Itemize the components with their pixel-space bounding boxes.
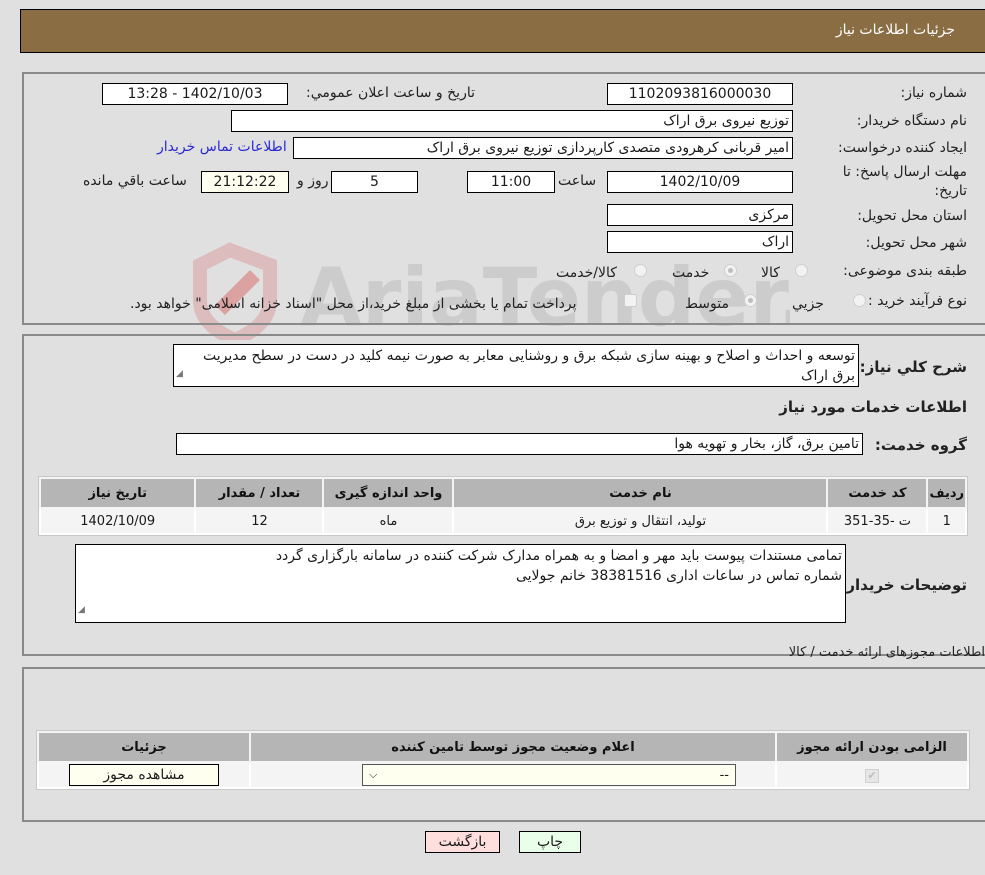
cell-permit-details: مشاهده مجوز (37, 761, 251, 789)
days-label: روز و (297, 173, 329, 189)
table-row: ✔ -- ⌵ مشاهده مجوز (37, 761, 969, 789)
deadline-time-field: 11:00 (467, 171, 555, 193)
page-title: جزئیات اطلاعات نیاز (835, 22, 955, 38)
remaining-time-field: 21:12:22 (201, 171, 289, 193)
process-radio-minor[interactable] (853, 294, 866, 307)
col-permit-status: اعلام وضعیت مجوز توسط تامین کننده (249, 731, 777, 763)
table-row: 1 ت -35-351 تولید، انتقال و توزیع برق ما… (38, 507, 967, 535)
creator-field: امیر قربانی کرهرودی متصدی کارپردازی توزی… (293, 137, 793, 159)
permit-required-checkbox[interactable]: ✔ (865, 768, 879, 783)
category-option-service: خدمت (672, 265, 710, 281)
announce-date-field: 1402/10/03 - 13:28 (102, 83, 288, 105)
category-radio-goods-service[interactable] (634, 264, 647, 277)
need-number-label: شماره نیاز: (900, 85, 968, 101)
treasury-checkbox-label: پرداخت تمام یا بخشی از مبلغ خرید،از محل … (130, 296, 577, 312)
page-header: جزئیات اطلاعات نیاز (20, 9, 985, 53)
process-option-medium: متوسط (685, 296, 729, 312)
back-button[interactable]: بازگشت (425, 831, 500, 853)
category-radio-service[interactable] (724, 264, 737, 277)
buyer-notes-label: توضیحات خریدار: (840, 576, 967, 594)
cell-permit-required: ✔ (775, 761, 969, 789)
process-option-minor: جزيي (792, 296, 824, 312)
buyer-org-label: نام دستگاه خريدار: (856, 113, 967, 129)
category-option-goods: کالا (761, 265, 780, 281)
col-quantity: تعداد / مقدار (194, 477, 325, 509)
creator-label: ایجاد کننده درخواست: (838, 140, 967, 156)
col-row-number: ردیف (926, 477, 967, 509)
deadline-time-label: ساعت (558, 173, 597, 189)
cell-need-date: 1402/10/09 (38, 507, 197, 535)
province-field: مرکزی (607, 204, 793, 226)
services-table-header: ردیف کد خدمت نام خدمت واحد اندازه گیری ت… (38, 477, 967, 509)
services-table: ردیف کد خدمت نام خدمت واحد اندازه گیری ت… (38, 476, 968, 536)
resize-grip-icon[interactable]: ◢ (78, 600, 85, 620)
category-radio-goods[interactable] (795, 264, 808, 277)
cell-service-code: ت -35-351 (826, 507, 929, 535)
city-label: شهر محل تحویل: (865, 235, 967, 251)
cell-permit-status: -- ⌵ (249, 761, 777, 789)
cell-service-name: تولید، انتقال و توزیع برق (452, 507, 829, 535)
permits-table-header: الزامی بودن ارائه مجوز اعلام وضعیت مجوز … (37, 731, 969, 763)
buyer-contact-link[interactable]: اطلاعات تماس خریدار (157, 139, 287, 155)
services-heading: اطلاعات خدمات مورد نياز (779, 398, 967, 416)
cell-row-number: 1 (926, 507, 967, 535)
permit-status-select[interactable]: -- ⌵ (362, 764, 736, 786)
chevron-down-icon: ⌵ (369, 768, 378, 781)
category-label: طبقه بندی موضوعی: (843, 263, 967, 279)
buyer-notes-line-1: تمامی مستندات پیوست باید مهر و امضا و به… (275, 548, 842, 564)
cell-unit: ماه (322, 507, 455, 535)
service-group-label: گروه خدمت: (874, 436, 967, 454)
col-need-date: تاریخ نیاز (38, 477, 197, 509)
deadline-label: مهلت ارسال پاسخ: تا (842, 164, 967, 180)
cell-quantity: 12 (194, 507, 325, 535)
permit-status-value: -- (719, 767, 729, 783)
remaining-label: ساعت باقي مانده (83, 173, 187, 189)
announce-date-label: تاریخ و ساعت اعلان عمومي: (306, 85, 475, 101)
buyer-org-field: توزیع نیروی برق اراک (231, 110, 793, 132)
buyer-notes-textarea[interactable]: تمامی مستندات پیوست باید مهر و امضا و به… (75, 544, 846, 623)
deadline-label-2: تاریخ: (934, 183, 967, 199)
treasury-checkbox[interactable] (624, 294, 637, 307)
col-permit-required: الزامی بودن ارائه مجوز (775, 731, 969, 763)
summary-text: توسعه و احداث و اصلاح و بهینه سازی شبکه … (202, 348, 855, 384)
need-number-field: 1102093816000030 (607, 83, 793, 105)
permits-table: الزامی بودن ارائه مجوز اعلام وضعیت مجوز … (36, 730, 970, 790)
resize-grip-icon[interactable]: ◢ (176, 364, 183, 384)
col-service-code: کد خدمت (826, 477, 929, 509)
col-unit: واحد اندازه گیری (322, 477, 455, 509)
col-service-name: نام خدمت (452, 477, 829, 509)
summary-label: شرح كلي نياز: (859, 358, 967, 376)
process-label: نوع فرآيند خريد : (868, 293, 967, 309)
city-field: اراک (607, 231, 793, 253)
process-radio-medium[interactable] (744, 294, 757, 307)
buyer-notes-line-2: شماره تماس در ساعات اداری 38381516 خانم … (515, 568, 842, 584)
service-group-field: تامین برق، گاز، بخار و تهویه هوا (176, 433, 863, 455)
province-label: استان محل تحویل: (857, 208, 967, 224)
print-button[interactable]: چاپ (519, 831, 581, 853)
remaining-days-field: 5 (331, 171, 418, 193)
deadline-date-field: 1402/10/09 (607, 171, 793, 193)
summary-textarea[interactable]: توسعه و احداث و اصلاح و بهینه سازی شبکه … (173, 344, 859, 387)
category-option-goods-service: کالا/خدمت (556, 265, 617, 281)
permits-title: اطلاعات مجوزهای ارائه خدمت / کالا (788, 645, 985, 660)
view-permit-button[interactable]: مشاهده مجوز (69, 764, 219, 786)
col-permit-details: جزئیات (37, 731, 251, 763)
